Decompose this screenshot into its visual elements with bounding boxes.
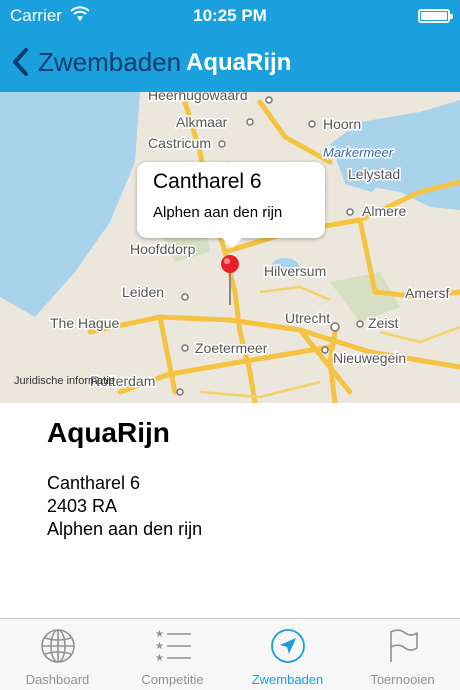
tab-competitie[interactable]: ★ ★ ★ Competitie bbox=[115, 619, 230, 690]
tab-toernooien[interactable]: Toernooien bbox=[345, 619, 460, 690]
map-label-zoetermeer: Zoetermeer bbox=[195, 340, 268, 356]
map-view[interactable]: Heerhugowaard Alkmaar Hoorn Castricum Ma… bbox=[0, 92, 460, 403]
tab-bar: Dashboard ★ ★ ★ Competitie Zwembaden Toe… bbox=[0, 618, 460, 690]
pool-city: Alphen aan den rijn bbox=[47, 519, 203, 539]
map-label-the-hague: The Hague bbox=[50, 315, 119, 331]
svg-text:★: ★ bbox=[155, 629, 164, 640]
map-label-utrecht: Utrecht bbox=[285, 310, 330, 326]
pool-name: AquaRijn bbox=[47, 417, 170, 448]
tab-dashboard[interactable]: Dashboard bbox=[0, 619, 115, 690]
navigation-bar: Zwembaden AquaRijn bbox=[0, 32, 460, 92]
pool-postcode: 2403 RA bbox=[47, 496, 118, 516]
map-label-markermeer: Markermeer bbox=[323, 145, 394, 160]
tab-dashboard-label: Dashboard bbox=[25, 672, 90, 687]
map-label-alkmaar: Alkmaar bbox=[176, 114, 228, 130]
ranked-list-icon: ★ ★ ★ bbox=[155, 629, 191, 664]
globe-icon bbox=[40, 629, 75, 663]
map-label-hoorn: Hoorn bbox=[323, 116, 361, 132]
tab-toernooien-label: Toernooien bbox=[370, 672, 435, 687]
map-callout[interactable]: Cantharel 6 Alphen aan den rijn bbox=[137, 162, 325, 248]
page-title: AquaRijn bbox=[186, 49, 292, 76]
map-label-almere: Almere bbox=[362, 203, 407, 219]
map-label-amersfoort: Amersf bbox=[405, 285, 449, 301]
map-label-lelystad: Lelystad bbox=[348, 166, 400, 182]
map-label-nieuwegein: Nieuwegein bbox=[333, 350, 406, 366]
pool-details: AquaRijn Cantharel 6 2403 RA Alphen aan … bbox=[0, 403, 460, 618]
svg-text:★: ★ bbox=[155, 653, 164, 664]
callout-subtitle: Alphen aan den rijn bbox=[153, 204, 283, 221]
status-bar: Carrier 10:25 PM bbox=[0, 0, 460, 32]
map-label-zeist: Zeist bbox=[368, 315, 398, 331]
back-button[interactable]: Zwembaden bbox=[10, 44, 181, 80]
clock: 10:25 PM bbox=[193, 6, 267, 25]
tab-zwembaden-label: Zwembaden bbox=[251, 672, 324, 687]
battery-icon bbox=[418, 9, 453, 23]
map-label-leiden: Leiden bbox=[122, 284, 164, 300]
chevron-left-icon bbox=[13, 48, 28, 76]
map-label-heerhugowaard: Heerhugowaard bbox=[148, 92, 248, 103]
map-label-hilversum: Hilversum bbox=[264, 263, 326, 279]
callout-title: Cantharel 6 bbox=[153, 170, 262, 193]
tab-zwembaden[interactable]: Zwembaden bbox=[230, 619, 345, 690]
svg-text:★: ★ bbox=[155, 641, 164, 652]
tab-competitie-label: Competitie bbox=[141, 672, 204, 687]
pool-street: Cantharel 6 bbox=[47, 473, 141, 493]
location-arrow-icon bbox=[270, 629, 305, 663]
flag-icon bbox=[389, 629, 418, 662]
map-label-hoofddorp: Hoofddorp bbox=[130, 241, 196, 257]
back-button-label: Zwembaden bbox=[38, 46, 182, 77]
legal-link[interactable]: Juridische informatie bbox=[14, 375, 115, 387]
map-label-castricum: Castricum bbox=[148, 135, 211, 151]
